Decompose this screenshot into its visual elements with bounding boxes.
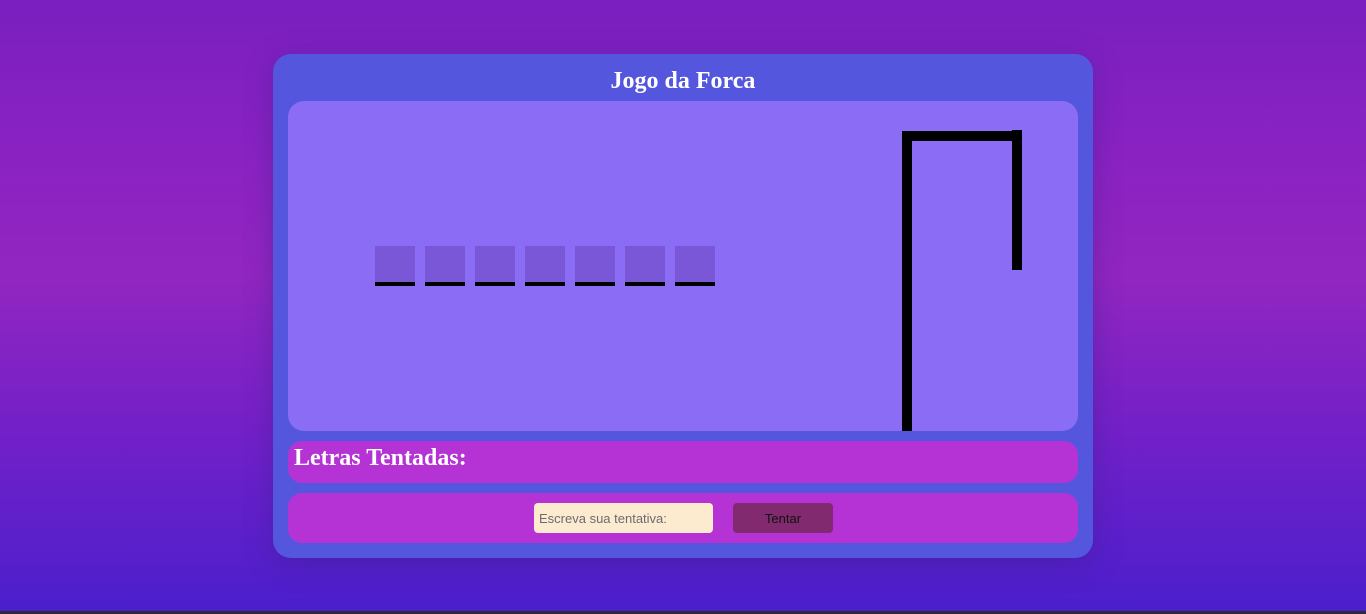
tried-letters-label: Letras Tentadas: bbox=[294, 445, 467, 471]
letter-slot bbox=[625, 246, 665, 286]
game-board bbox=[288, 101, 1078, 431]
tried-letters-panel: Letras Tentadas: bbox=[288, 441, 1078, 483]
letter-slot bbox=[525, 246, 565, 286]
letter-slot bbox=[425, 246, 465, 286]
gallows-pole bbox=[902, 131, 912, 431]
guess-panel: Tentar bbox=[288, 493, 1078, 543]
letter-slot bbox=[375, 246, 415, 286]
letter-slot bbox=[675, 246, 715, 286]
word-slots bbox=[375, 246, 715, 286]
letter-slot bbox=[575, 246, 615, 286]
game-container: Jogo da Forca Letras Tentadas: Tentar bbox=[273, 54, 1093, 558]
gallows-beam bbox=[902, 131, 1022, 141]
letter-slot bbox=[475, 246, 515, 286]
guess-input[interactable] bbox=[534, 503, 713, 533]
try-button[interactable]: Tentar bbox=[733, 503, 833, 533]
gallows-rope bbox=[1012, 130, 1022, 270]
page-title: Jogo da Forca bbox=[610, 68, 756, 94]
